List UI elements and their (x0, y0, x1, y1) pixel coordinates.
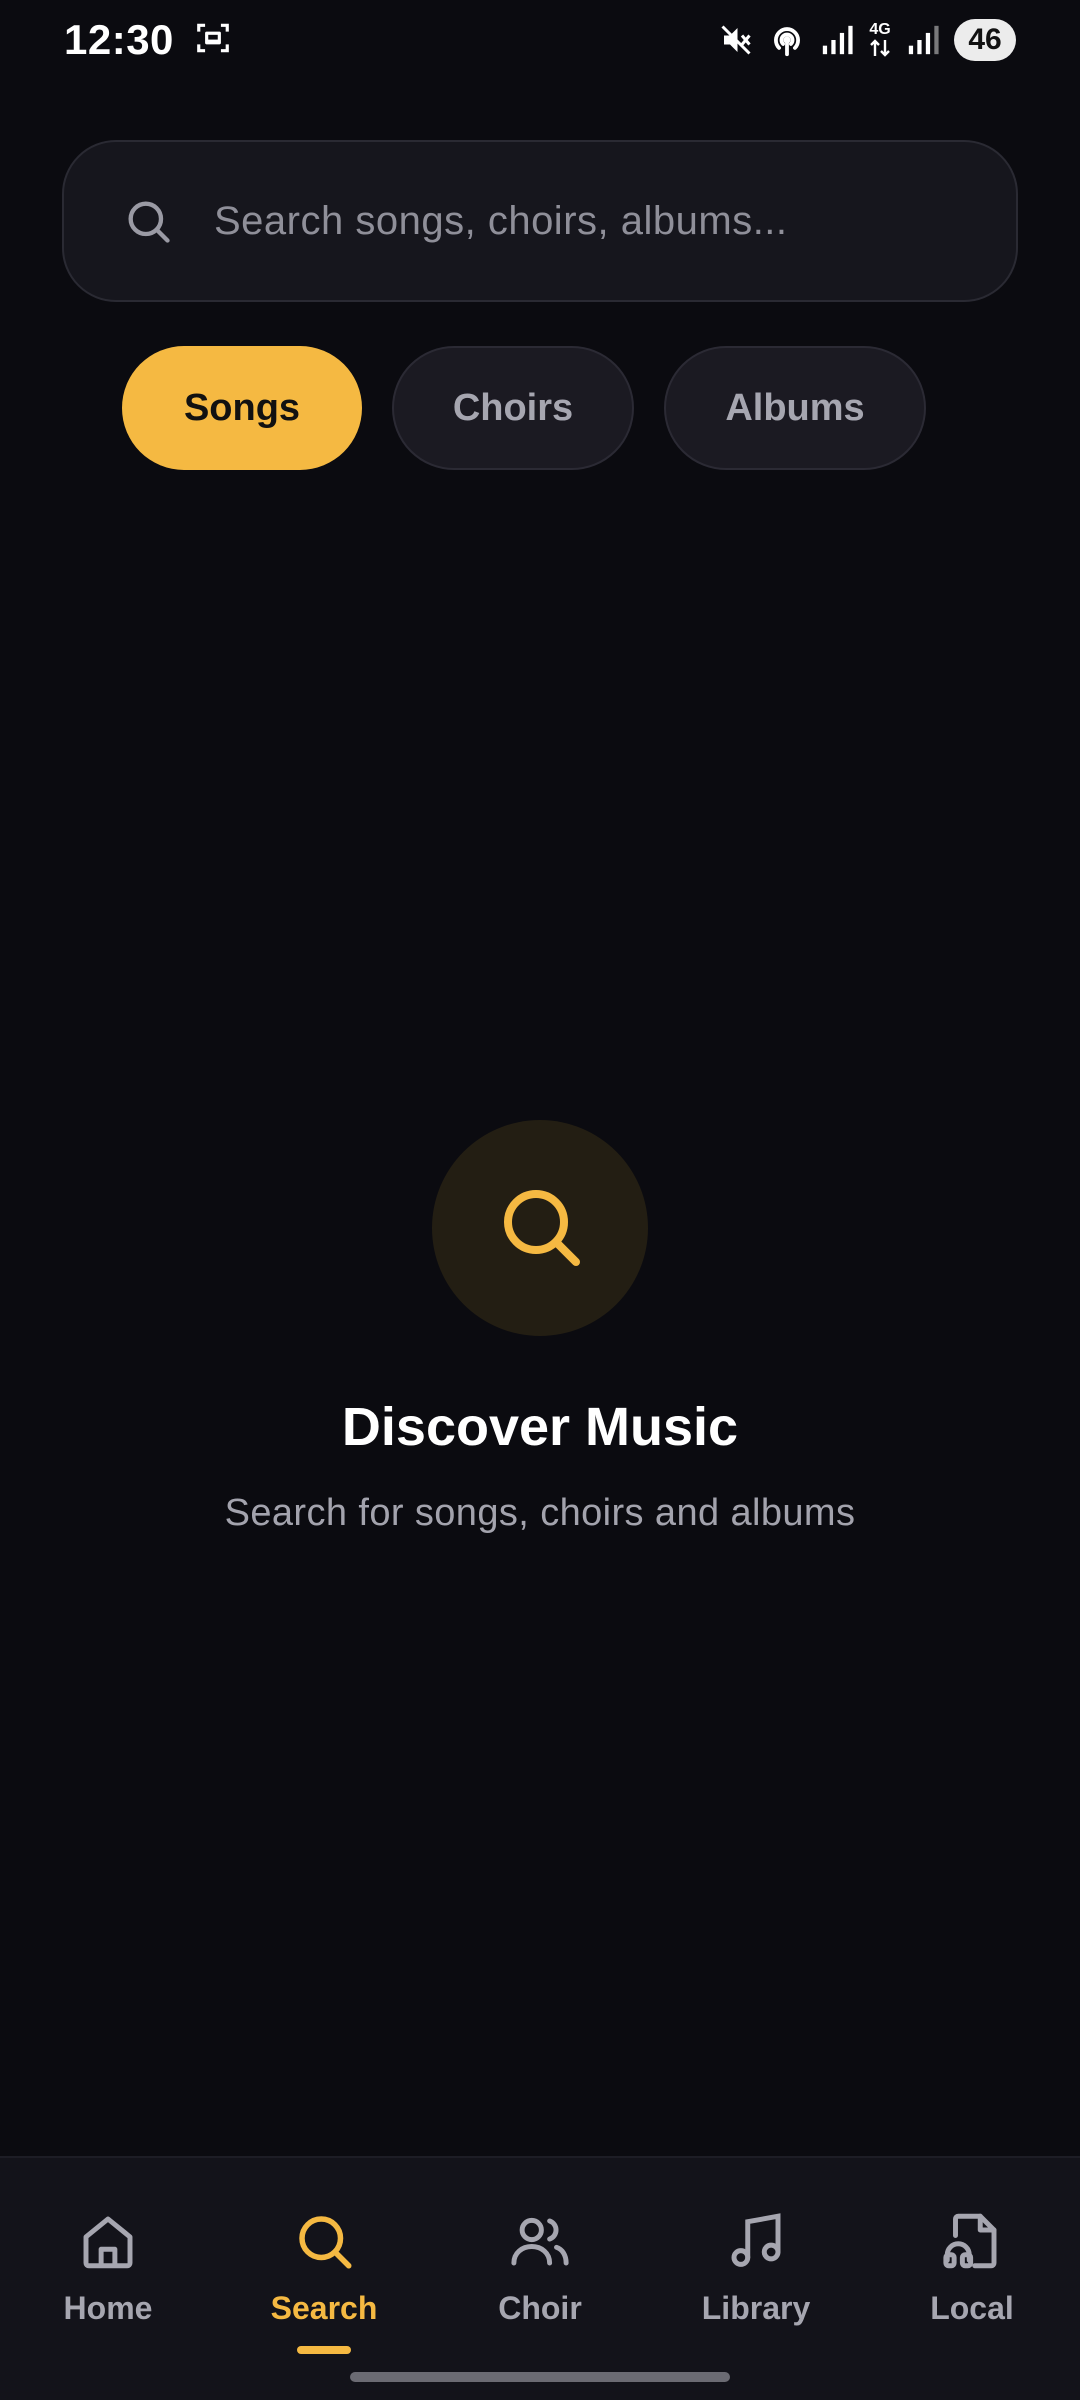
filter-chip-label: Albums (725, 386, 865, 429)
filter-chip-choirs[interactable]: Choirs (392, 346, 634, 470)
music-note-icon (723, 2208, 789, 2274)
gesture-home-bar[interactable] (350, 2372, 730, 2382)
nav-item-home[interactable]: Home (0, 2158, 216, 2400)
signal-icon (906, 23, 940, 57)
nav-label: Search (270, 2290, 378, 2326)
status-time: 12:30 (64, 16, 174, 63)
hotspot-icon (768, 21, 806, 59)
network-type-icon: 4G (868, 22, 892, 58)
search-input[interactable] (214, 142, 1016, 300)
empty-state-subtitle: Search for songs, choirs and albums (224, 1492, 856, 1534)
nav-item-library[interactable]: Library (648, 2158, 864, 2400)
empty-state-title: Discover Music (341, 1397, 739, 1457)
filter-chips: Songs Choirs Albums (122, 346, 926, 470)
status-left: 12:30 (64, 16, 232, 64)
mute-icon (718, 22, 754, 58)
search-icon (122, 195, 174, 247)
music-file-icon (939, 2208, 1005, 2274)
search-screen: 12:30 4G 46 Search songs, choirs, albums… (0, 0, 1080, 2400)
filter-chip-label: Choirs (452, 386, 574, 429)
nav-label: Choir (498, 2290, 582, 2326)
search-bar[interactable] (62, 140, 1018, 302)
nav-label: Local (930, 2290, 1014, 2326)
filter-chip-albums[interactable]: Albums (664, 346, 926, 470)
users-icon (507, 2208, 573, 2274)
signal-icon (820, 23, 854, 57)
nav-item-search[interactable]: Search (216, 2158, 432, 2400)
nav-label: Library (701, 2290, 811, 2326)
search-icon (291, 2208, 357, 2274)
filter-chip-label: Songs (183, 386, 301, 429)
active-tab-indicator (297, 2346, 351, 2354)
network-type-label: 4G (869, 21, 891, 38)
status-bar: 12:30 4G 46 (0, 0, 1080, 80)
search-icon (492, 1178, 588, 1279)
battery-indicator: 46 (954, 19, 1016, 61)
filter-chip-songs[interactable]: Songs (122, 346, 362, 470)
nav-label: Home (63, 2290, 153, 2326)
status-right: 4G 46 (718, 19, 1016, 61)
screenshot-icon (194, 19, 232, 62)
home-icon (75, 2208, 141, 2274)
empty-state-icon-badge (432, 1120, 648, 1336)
nav-item-choir[interactable]: Choir (432, 2158, 648, 2400)
bottom-nav: Home Search Choir Library Local (0, 2156, 1080, 2400)
nav-item-local[interactable]: Local (864, 2158, 1080, 2400)
